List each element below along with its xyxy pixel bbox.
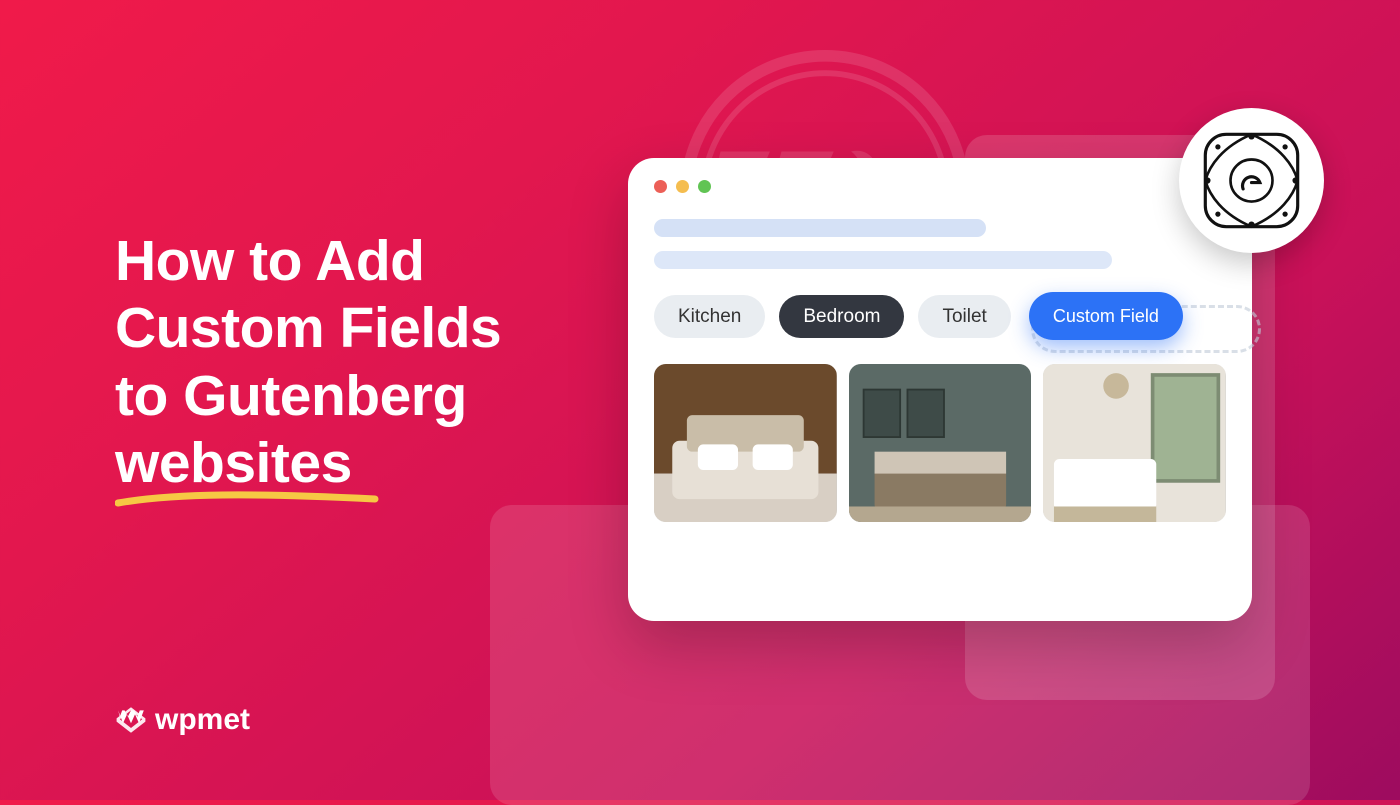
underline-accent-icon: [115, 491, 380, 509]
minimize-dot-icon: [676, 180, 689, 193]
brand-name: wpmet: [155, 703, 250, 737]
room-thumbnail[interactable]: [1043, 364, 1226, 522]
room-thumbnail[interactable]: [849, 364, 1032, 522]
title-line: to Gutenberg: [115, 364, 467, 428]
chip-bedroom[interactable]: Bedroom: [779, 295, 904, 338]
room-thumbnail[interactable]: [654, 364, 837, 522]
title-line: Custom Fields: [115, 296, 501, 360]
browser-window-mockup: Kitchen Bedroom Toilet Custom Field: [628, 158, 1252, 621]
bedroom-photo-icon: [1043, 364, 1226, 522]
chip-toilet[interactable]: Toilet: [918, 295, 1010, 338]
gutenberg-badge: [1179, 108, 1324, 253]
wpmet-mark-icon: [115, 704, 147, 736]
placeholder-line: [654, 251, 1112, 269]
title-line: websites: [115, 431, 352, 495]
close-dot-icon: [654, 180, 667, 193]
brand-logo: wpmet: [115, 703, 250, 737]
chip-custom-field[interactable]: Custom Field: [1029, 292, 1183, 340]
maximize-dot-icon: [698, 180, 711, 193]
title-line: How to Add: [115, 229, 424, 293]
gutenberg-logo-icon: [1199, 128, 1304, 233]
placeholder-line: [654, 219, 986, 237]
image-grid: [654, 364, 1226, 522]
category-chip-row: Kitchen Bedroom Toilet Custom Field: [654, 295, 1226, 338]
page-title: How to Add Custom Fields to Gutenberg we…: [115, 228, 501, 497]
window-controls: [654, 180, 1226, 193]
bedroom-photo-icon: [849, 364, 1032, 522]
chip-kitchen[interactable]: Kitchen: [654, 295, 765, 338]
bedroom-photo-icon: [654, 364, 837, 522]
